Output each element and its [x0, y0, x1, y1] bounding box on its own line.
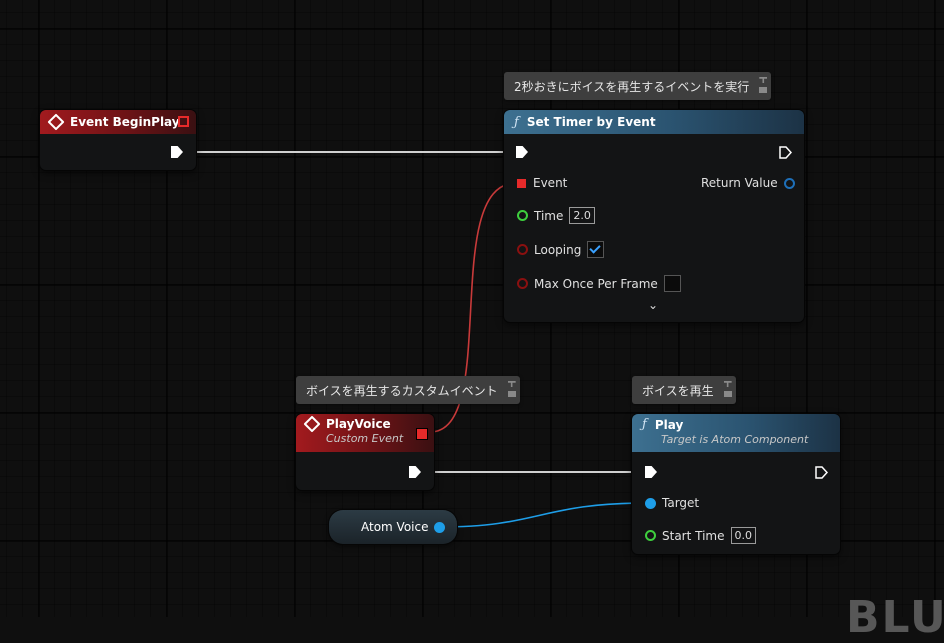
float-input-pin[interactable] [517, 210, 528, 221]
comment-pin-icon[interactable] [722, 379, 732, 399]
graph-watermark: BLU [846, 592, 944, 643]
return-value-pin[interactable] [783, 177, 795, 189]
pin-label: Return Value [701, 176, 778, 190]
node-header[interactable]: ƒ Play Target is Atom Component [632, 414, 840, 452]
pin-label: Target [662, 496, 700, 510]
node-header[interactable]: ƒ Set Timer by Event [504, 110, 804, 134]
bool-input-pin[interactable] [517, 244, 528, 255]
node-title: Set Timer by Event [526, 115, 656, 129]
node-header[interactable]: Event BeginPlay [40, 110, 196, 134]
object-output-pin[interactable] [434, 521, 446, 533]
node-play[interactable]: ƒ Play Target is Atom Component Target S… [632, 414, 840, 554]
event-diamond-icon [303, 415, 321, 433]
node-set-timer-by-event[interactable]: ƒ Set Timer by Event Event Return Value … [504, 110, 804, 322]
pin-row-target[interactable]: Target [645, 496, 699, 510]
function-icon: ƒ [642, 417, 647, 432]
chevron-down-icon[interactable]: ⌄ [648, 298, 658, 312]
comment-timer[interactable]: 2秒おきにボイスを再生するイベントを実行 [504, 72, 772, 100]
node-title: Play [654, 417, 684, 432]
comment-custom-event-text: ボイスを再生するカスタムイベント [306, 383, 498, 398]
delegate-output-pin[interactable] [178, 116, 189, 127]
bool-input-pin[interactable] [517, 278, 528, 289]
pin-label: Event [533, 176, 568, 190]
node-title: PlayVoice [326, 417, 391, 431]
node-event-beginplay[interactable]: Event BeginPlay [40, 110, 196, 170]
node-atom-voice-variable[interactable]: Atom Voice [329, 510, 457, 544]
comment-play-text: ボイスを再生 [642, 383, 714, 398]
delegate-output-pin[interactable] [416, 428, 428, 440]
object-input-pin[interactable] [645, 497, 656, 509]
time-value-field[interactable]: 2.0 [569, 207, 595, 224]
comment-pin-icon[interactable] [506, 379, 516, 399]
delegate-input-pin[interactable] [517, 178, 526, 188]
pin-row-start-time[interactable]: Start Time 0.0 [645, 527, 756, 544]
node-title: Event BeginPlay [70, 115, 180, 129]
node-header[interactable]: PlayVoice Custom Event [296, 414, 434, 452]
pin-row-return-value[interactable]: Return Value [701, 176, 795, 190]
comment-timer-text: 2秒おきにボイスを再生するイベントを実行 [514, 79, 750, 94]
start-time-value-field[interactable]: 0.0 [730, 527, 756, 544]
pin-row-looping[interactable]: Looping [517, 241, 605, 258]
node-subtitle: Custom Event [326, 432, 404, 445]
looping-checkbox[interactable] [587, 241, 605, 258]
comment-custom-event[interactable]: ボイスを再生するカスタムイベント [296, 376, 520, 404]
comment-pin-icon[interactable] [757, 75, 768, 95]
object-wire-atomvoice-target[interactable] [439, 502, 649, 528]
node-subtitle: Target is Atom Component [661, 433, 809, 446]
pin-row-max-once[interactable]: Max Once Per Frame [517, 275, 681, 292]
event-diamond-icon [47, 113, 65, 131]
float-input-pin[interactable] [645, 530, 656, 541]
max-once-checkbox[interactable] [663, 275, 681, 292]
pin-label: Max Once Per Frame [534, 276, 658, 291]
comment-play[interactable]: ボイスを再生 [632, 376, 736, 404]
pin-row-time[interactable]: Time 2.0 [517, 207, 595, 224]
variable-label: Atom Voice [361, 520, 429, 534]
pin-label: Looping [534, 242, 582, 257]
pin-label: Time [534, 208, 564, 223]
node-playvoice-custom-event[interactable]: PlayVoice Custom Event [296, 414, 434, 490]
pin-label: Start Time [662, 528, 725, 543]
function-icon: ƒ [514, 114, 519, 130]
pin-row-event[interactable]: Event [517, 176, 567, 190]
